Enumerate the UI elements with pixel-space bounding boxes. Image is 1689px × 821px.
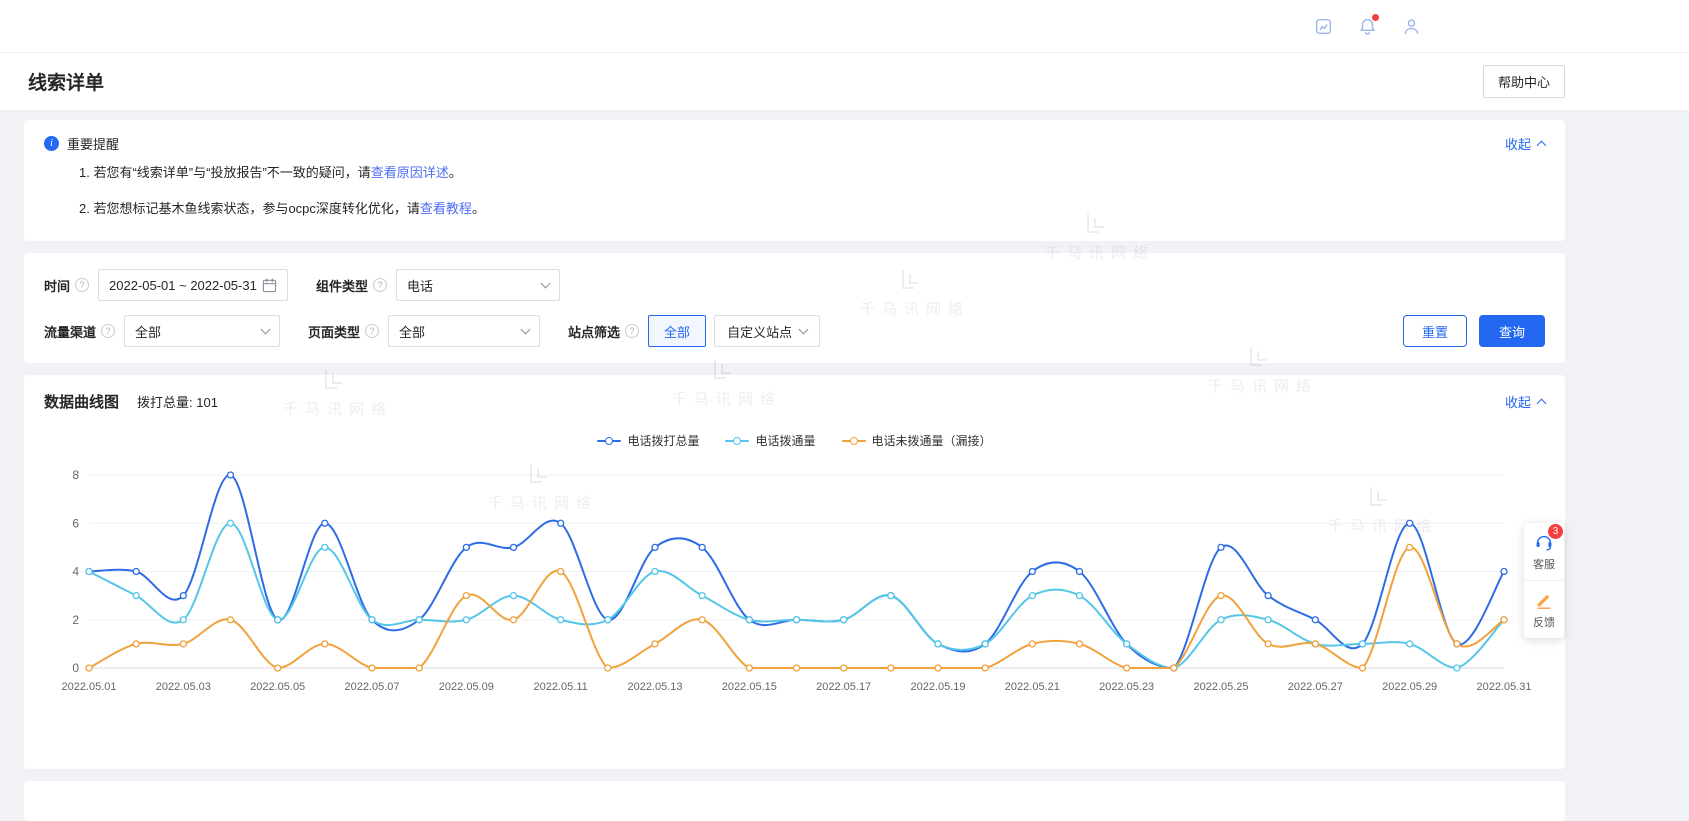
svg-text:2022.05.09: 2022.05.09 <box>439 681 494 693</box>
info-icon <box>44 136 59 151</box>
notice-card: 重要提醒 收起 1. 若您有“线索详单”与“投放报告”不一致的疑问，请查看原因详… <box>24 120 1565 241</box>
user-icon[interactable] <box>1395 10 1427 42</box>
svg-text:0: 0 <box>72 661 79 675</box>
chevron-down-icon <box>541 279 551 289</box>
time-label: 时间 <box>44 276 70 295</box>
legend-marker-icon <box>725 440 749 442</box>
service-badge: 3 <box>1548 524 1563 539</box>
svg-text:2022.05.05: 2022.05.05 <box>250 681 305 693</box>
site-filter-custom-button[interactable]: 自定义站点 <box>714 315 820 347</box>
line-chart: 0 2 4 6 8 2022.05.01 2022.05.03 2022.05.05 2022.… <box>44 463 1545 703</box>
legend-label: 电话拨打总量 <box>627 432 699 449</box>
svg-text:2022.05.29: 2022.05.29 <box>1382 681 1437 693</box>
chevron-down-icon <box>799 325 809 335</box>
feedback-button[interactable]: 反馈 <box>1524 580 1564 638</box>
site-filter-all-button[interactable]: 全部 <box>648 315 706 347</box>
legend-item[interactable]: 电话未拨通量（漏接） <box>842 432 992 449</box>
help-question-icon[interactable] <box>101 324 115 338</box>
date-range-input[interactable]: 2022-05-01 ~ 2022-05-31 <box>98 269 288 301</box>
chevron-down-icon <box>521 325 531 335</box>
chart-collapse-link[interactable]: 收起 <box>1505 392 1545 411</box>
notice-item: 2. 若您想标记基木鱼线索状态，参与ocpc深度转化优化，请查看教程。 <box>44 192 1545 225</box>
svg-text:2022.05.07: 2022.05.07 <box>344 681 399 693</box>
traffic-channel-select[interactable]: 全部 <box>124 315 280 347</box>
help-question-icon[interactable] <box>373 278 387 292</box>
legend-label: 电话未拨通量（漏接） <box>872 432 992 449</box>
notification-dot <box>1372 14 1379 21</box>
svg-text:6: 6 <box>72 516 79 530</box>
svg-text:8: 8 <box>72 468 79 482</box>
help-question-icon[interactable] <box>625 324 639 338</box>
svg-text:2022.05.15: 2022.05.15 <box>722 681 777 693</box>
filter-card: 时间 2022-05-01 ~ 2022-05-31 组件类型 电话 <box>24 253 1565 363</box>
legend-label: 电话拨通量 <box>755 432 815 449</box>
customer-service-button[interactable]: 3 客服 <box>1524 523 1564 580</box>
page-title: 线索详单 <box>28 68 104 95</box>
svg-text:2022.05.31: 2022.05.31 <box>1476 681 1531 693</box>
component-type-label: 组件类型 <box>316 276 368 295</box>
legend-marker-icon <box>842 440 866 442</box>
svg-text:2022.05.13: 2022.05.13 <box>627 681 682 693</box>
component-type-select[interactable]: 电话 <box>396 269 560 301</box>
legend-marker-icon <box>597 440 621 442</box>
query-button[interactable]: 查询 <box>1479 315 1545 347</box>
next-section-stub <box>24 781 1565 821</box>
site-filter-label: 站点筛选 <box>568 322 620 341</box>
svg-text:2022.05.11: 2022.05.11 <box>534 681 588 693</box>
page-header: 线索详单 帮助中心 <box>0 52 1689 110</box>
notice-item: 1. 若您有“线索详单”与“投放报告”不一致的疑问，请查看原因详述。 <box>44 156 1545 189</box>
legend-item[interactable]: 电话拨打总量 <box>597 432 699 449</box>
topbar <box>0 0 1689 52</box>
traffic-channel-label: 流量渠道 <box>44 322 96 341</box>
svg-text:2022.05.21: 2022.05.21 <box>1005 681 1060 693</box>
notice-title: 重要提醒 <box>67 134 119 153</box>
page-type-select[interactable]: 全部 <box>388 315 540 347</box>
view-reason-link[interactable]: 查看原因详述 <box>371 165 449 180</box>
total-calls-text: 拨打总量: 101 <box>137 392 218 411</box>
chart-card: 数据曲线图 拨打总量: 101 收起 电话拨打总量 电话拨通量 电话未拨通量（漏接）… <box>24 375 1565 769</box>
float-panel: 3 客服 反馈 <box>1524 523 1564 638</box>
svg-text:2022.05.25: 2022.05.25 <box>1193 681 1248 693</box>
main-content: 重要提醒 收起 1. 若您有“线索详单”与“投放报告”不一致的疑问，请查看原因详… <box>0 110 1689 821</box>
chevron-up-icon <box>1537 399 1547 409</box>
svg-text:4: 4 <box>72 565 79 579</box>
svg-text:2022.05.23: 2022.05.23 <box>1099 681 1154 693</box>
data-panel-icon[interactable] <box>1307 10 1339 42</box>
chart-legend: 电话拨打总量 电话拨通量 电话未拨通量（漏接） <box>44 432 1545 449</box>
chevron-up-icon <box>1537 141 1547 151</box>
chevron-down-icon <box>261 325 271 335</box>
svg-text:2022.05.19: 2022.05.19 <box>910 681 965 693</box>
help-question-icon[interactable] <box>75 278 89 292</box>
help-question-icon[interactable] <box>365 324 379 338</box>
chart-title: 数据曲线图 <box>44 391 119 412</box>
svg-text:2: 2 <box>72 613 79 627</box>
svg-text:2022.05.03: 2022.05.03 <box>156 681 211 693</box>
view-tutorial-link[interactable]: 查看教程 <box>420 201 472 216</box>
calendar-icon <box>262 278 277 293</box>
page-type-label: 页面类型 <box>308 322 360 341</box>
pencil-icon <box>1534 590 1554 610</box>
bell-icon[interactable] <box>1351 10 1383 42</box>
help-center-button[interactable]: 帮助中心 <box>1483 65 1565 98</box>
notice-collapse-link[interactable]: 收起 <box>1505 134 1545 153</box>
svg-text:2022.05.01: 2022.05.01 <box>61 681 116 693</box>
chart-canvas: 0 2 4 6 8 2022.05.01 2022.05.03 2022.05.05 2022.… <box>44 463 1544 698</box>
svg-text:2022.05.17: 2022.05.17 <box>816 681 871 693</box>
svg-text:2022.05.27: 2022.05.27 <box>1288 681 1343 693</box>
legend-item[interactable]: 电话拨通量 <box>725 432 815 449</box>
reset-button[interactable]: 重置 <box>1403 315 1467 347</box>
